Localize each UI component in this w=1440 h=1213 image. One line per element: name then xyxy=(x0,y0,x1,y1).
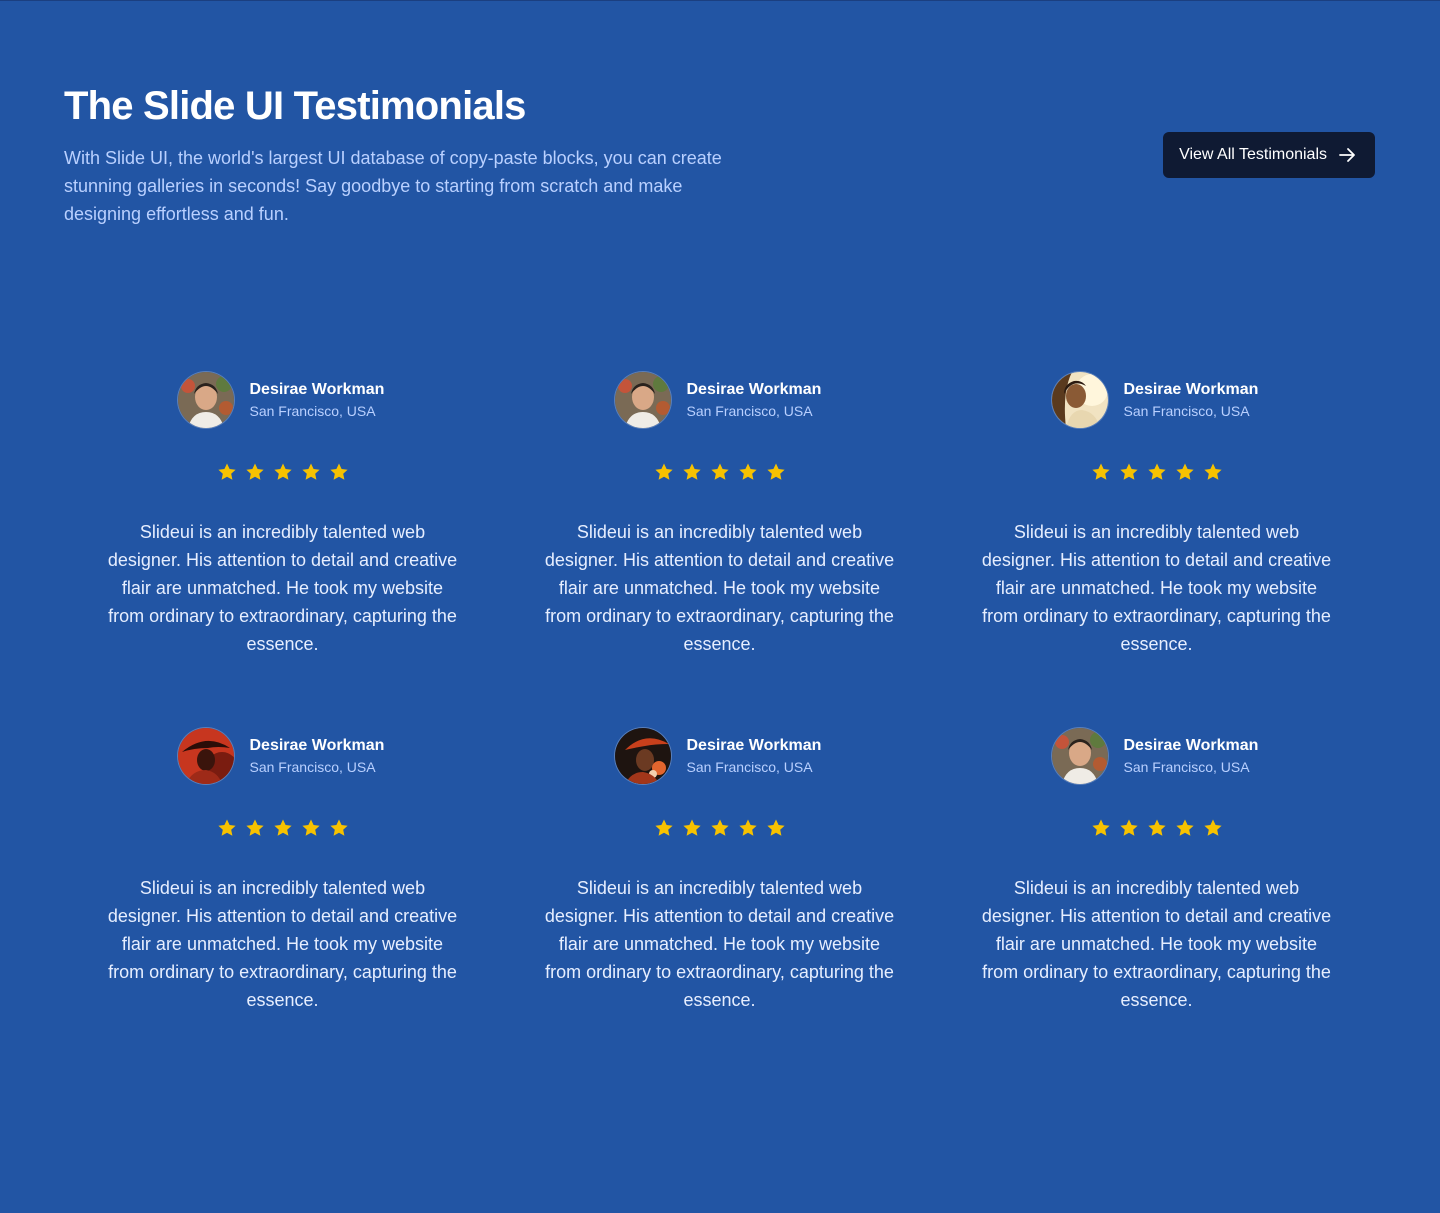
avatar xyxy=(177,372,234,428)
star-icon xyxy=(710,463,729,480)
star-icon xyxy=(710,819,729,836)
top-border xyxy=(0,0,1440,1)
author-name: Desirae Workman xyxy=(686,737,822,754)
star-rating xyxy=(654,818,786,838)
testimonial-author: Desirae Workman San Francisco, USA xyxy=(177,372,388,428)
star-icon xyxy=(1203,463,1222,480)
author-location: San Francisco, USA xyxy=(686,403,813,419)
star-icon xyxy=(1147,463,1166,480)
avatar xyxy=(614,728,671,784)
author-name: Desirae Workman xyxy=(249,737,385,754)
testimonial-quote: Slideui is an incredibly talented web de… xyxy=(544,522,895,654)
star-icon xyxy=(1091,463,1110,480)
star-icon xyxy=(1119,463,1138,480)
star-rating xyxy=(217,462,349,482)
avatar xyxy=(614,372,671,428)
author-location: San Francisco, USA xyxy=(1123,403,1250,419)
star-icon xyxy=(1091,819,1110,836)
view-all-testimonials-label: View All Testimonials xyxy=(1179,146,1327,163)
avatar xyxy=(1051,728,1108,784)
star-icon xyxy=(301,819,320,836)
star-icon xyxy=(682,819,701,836)
author-location: San Francisco, USA xyxy=(686,759,813,775)
star-icon xyxy=(682,463,701,480)
star-icon xyxy=(217,463,236,480)
star-icon xyxy=(766,463,785,480)
star-rating xyxy=(217,818,349,838)
testimonial-quote: Slideui is an incredibly talented web de… xyxy=(981,878,1332,1010)
star-icon xyxy=(329,463,348,480)
star-icon xyxy=(738,463,757,480)
star-icon xyxy=(1119,819,1138,836)
star-icon xyxy=(1147,819,1166,836)
star-icon xyxy=(245,819,264,836)
page-subtitle: With Slide UI, the world's largest UI da… xyxy=(64,148,722,224)
avatar xyxy=(1051,372,1108,428)
testimonial-author: Desirae Workman San Francisco, USA xyxy=(177,728,388,784)
star-rating xyxy=(1091,818,1223,838)
star-icon xyxy=(1203,819,1222,836)
author-name: Desirae Workman xyxy=(249,381,385,398)
star-icon xyxy=(245,463,264,480)
star-icon xyxy=(301,463,320,480)
view-all-testimonials-button[interactable]: View All Testimonials xyxy=(1163,132,1375,178)
star-icon xyxy=(1175,463,1194,480)
testimonial-author: Desirae Workman San Francisco, USA xyxy=(614,728,825,784)
star-icon xyxy=(217,819,236,836)
testimonial-quote: Slideui is an incredibly talented web de… xyxy=(981,522,1332,654)
star-icon xyxy=(273,463,292,480)
avatar xyxy=(177,728,234,784)
arrow-right-icon xyxy=(1337,145,1357,165)
testimonials-grid: Desirae Workman San Francisco, USA Slide… xyxy=(64,372,1375,1010)
star-icon xyxy=(654,819,673,836)
testimonial-author: Desirae Workman San Francisco, USA xyxy=(1051,372,1262,428)
star-icon xyxy=(329,819,348,836)
star-rating xyxy=(654,462,786,482)
testimonial-quote: Slideui is an incredibly talented web de… xyxy=(107,878,458,1010)
author-name: Desirae Workman xyxy=(1123,737,1259,754)
page-title: The Slide UI Testimonials xyxy=(64,84,526,128)
star-icon xyxy=(766,819,785,836)
testimonial-quote: Slideui is an incredibly talented web de… xyxy=(544,878,895,1010)
author-name: Desirae Workman xyxy=(686,381,822,398)
star-icon xyxy=(273,819,292,836)
author-name: Desirae Workman xyxy=(1123,381,1259,398)
testimonial-quote: Slideui is an incredibly talented web de… xyxy=(107,522,458,654)
testimonial-author: Desirae Workman San Francisco, USA xyxy=(1051,728,1262,784)
star-icon xyxy=(738,819,757,836)
author-location: San Francisco, USA xyxy=(249,759,376,775)
star-icon xyxy=(1175,819,1194,836)
star-rating xyxy=(1091,462,1223,482)
star-icon xyxy=(654,463,673,480)
testimonial-author: Desirae Workman San Francisco, USA xyxy=(614,372,825,428)
section-header: The Slide UI Testimonials With Slide UI,… xyxy=(64,82,1375,228)
author-location: San Francisco, USA xyxy=(249,403,376,419)
author-location: San Francisco, USA xyxy=(1123,759,1250,775)
